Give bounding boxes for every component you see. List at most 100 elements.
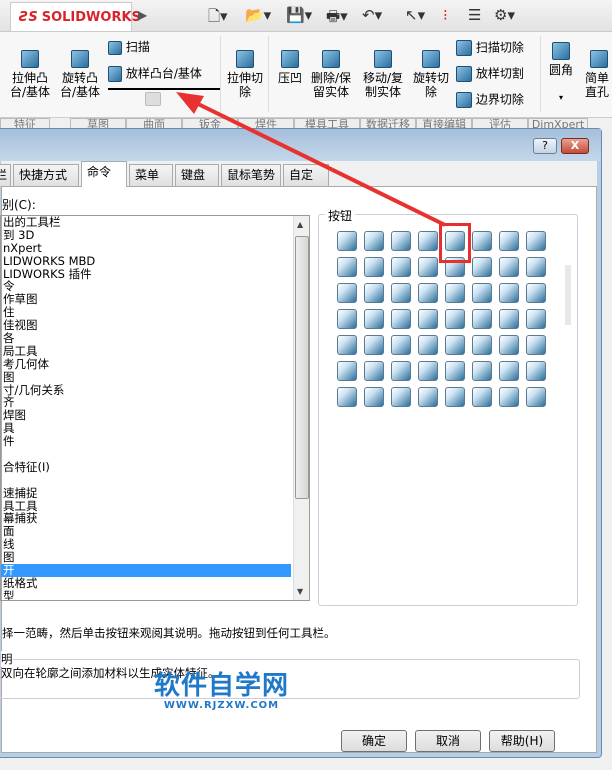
help-dialog-button[interactable]: 帮助(H) <box>489 730 555 752</box>
delete-body-button[interactable]: 删除/保留实体 <box>308 50 354 99</box>
sweep-icon[interactable] <box>391 231 411 251</box>
scale-icon[interactable] <box>337 283 357 303</box>
advanced-hole-icon[interactable] <box>526 283 546 303</box>
table-pattern-icon[interactable] <box>364 361 384 381</box>
category-item[interactable]: 住 <box>1 306 309 319</box>
cosmetic-thread-icon[interactable] <box>499 283 519 303</box>
draft-icon[interactable] <box>391 283 411 303</box>
insert-part-icon[interactable] <box>472 361 492 381</box>
category-item[interactable]: 出的工具栏 <box>1 216 309 229</box>
split-part-icon[interactable] <box>445 361 465 381</box>
category-item[interactable]: 各 <box>1 332 309 345</box>
sweep-cut-icon[interactable] <box>337 257 357 277</box>
loft-cut-icon[interactable] <box>364 257 384 277</box>
variable-pattern-icon[interactable] <box>418 361 438 381</box>
category-item[interactable]: 面 <box>1 525 309 538</box>
category-item[interactable]: 具工具 <box>1 499 309 513</box>
mirror-icon[interactable] <box>499 335 519 355</box>
category-item[interactable] <box>1 448 309 461</box>
scroll-up-icon[interactable]: ▲ <box>297 220 303 229</box>
move-copy-body-icon[interactable] <box>445 387 465 407</box>
list-scrollbar[interactable]: ▲ ▼ <box>293 216 309 600</box>
sweep-cut-button[interactable]: 扫描切除 <box>456 40 524 56</box>
category-item[interactable]: 纸格式 <box>1 576 309 590</box>
category-item[interactable]: 考几何体 <box>1 357 309 371</box>
sweep-button[interactable]: 扫描 <box>108 40 150 55</box>
extrude-boss-button[interactable]: 拉伸凸台/基体 <box>8 50 52 99</box>
fillet-button[interactable]: 圆角 ▾ <box>546 42 576 105</box>
category-item[interactable]: 图 <box>1 370 309 384</box>
category-item[interactable]: 幕捕获 <box>1 512 309 525</box>
expand-menu-arrow-icon[interactable]: ▶ <box>138 8 147 22</box>
cavity-icon[interactable] <box>526 361 546 381</box>
traffic-light-icon[interactable]: ⁝ <box>443 6 448 24</box>
combine-icon[interactable] <box>499 309 519 329</box>
dialog-tab[interactable]: 键盘 <box>175 164 219 186</box>
category-item[interactable]: 齐 <box>1 396 309 409</box>
category-item[interactable]: 速捕捉 <box>1 486 309 500</box>
indent-button[interactable]: 压凹 <box>276 50 304 85</box>
measure-icon[interactable] <box>337 335 357 355</box>
fill-pattern-icon[interactable] <box>391 361 411 381</box>
feature-tree-icon[interactable] <box>472 387 492 407</box>
category-item[interactable]: 具 <box>1 422 309 435</box>
dialog-tab[interactable]: 自定义 <box>283 164 329 202</box>
help-button[interactable]: ? <box>533 138 557 154</box>
move-face-down-icon[interactable] <box>364 335 384 355</box>
freeform-icon[interactable] <box>445 309 465 329</box>
dialog-titlebar[interactable] <box>0 129 601 161</box>
fillet-dropdown-icon[interactable]: ▾ <box>546 91 576 105</box>
linear-pattern-icon[interactable] <box>445 335 465 355</box>
dialog-tab[interactable]: 菜单 <box>129 164 173 186</box>
solidworks-logo[interactable]: ƧS SOLIDWORKS <box>10 2 141 32</box>
rib-icon[interactable] <box>526 257 546 277</box>
close-button[interactable]: X <box>561 138 589 154</box>
extrude-cut-icon[interactable] <box>499 231 519 251</box>
options-gear-icon[interactable]: ⚙▾ <box>494 6 515 24</box>
dome-icon[interactable] <box>337 309 357 329</box>
flex-icon[interactable] <box>364 309 384 329</box>
category-item[interactable]: LIDWORKS MBD <box>1 254 309 268</box>
dialog-tab[interactable]: 快捷方式栏 <box>13 164 79 202</box>
copy-face-icon[interactable] <box>418 335 438 355</box>
category-item[interactable]: 到 3D <box>1 228 309 242</box>
dialog-tab[interactable]: 命令 <box>81 161 127 187</box>
category-item[interactable]: 图 <box>1 551 309 564</box>
ok-button[interactable]: 确定 <box>341 730 407 752</box>
category-item[interactable]: 开 <box>1 564 291 577</box>
loft-cut-button[interactable]: 放样切割 <box>456 66 524 82</box>
print-icon[interactable]: 🖶▾ <box>326 6 348 31</box>
save-bodies-icon[interactable] <box>391 387 411 407</box>
loft-boss-button[interactable]: 放样凸台/基体 <box>108 66 202 82</box>
save-icon[interactable]: 💾▾ <box>286 6 312 24</box>
category-item[interactable]: 线 <box>1 538 309 551</box>
extrude-boss-icon[interactable] <box>337 231 357 251</box>
undo-icon[interactable]: ↶▾ <box>362 6 382 24</box>
thicken-icon[interactable] <box>472 231 492 251</box>
select-cursor-icon[interactable]: ↖▾ <box>405 6 425 24</box>
move-face-up-icon[interactable] <box>391 335 411 355</box>
dialog-tab[interactable]: 栏 <box>0 164 11 186</box>
category-item[interactable]: 合特征(I) <box>1 460 309 474</box>
buttons-scrollbar[interactable] <box>565 265 571 325</box>
category-list[interactable]: 出的工具栏到 3D nXpert LIDWORKS MBD LIDWORKS 插件令作… <box>0 215 310 601</box>
category-item[interactable]: 寸/几何关系 <box>1 383 309 397</box>
category-item[interactable]: 型 <box>1 589 309 600</box>
category-item[interactable]: 件 <box>1 435 309 448</box>
loft-boss-icon[interactable] <box>418 231 438 251</box>
boundary-cut-icon[interactable] <box>391 257 411 277</box>
hole-button[interactable]: 简单直孔 <box>582 50 612 99</box>
file-properties-icon[interactable]: ☰ <box>468 6 481 24</box>
revolve-boss-button[interactable]: 旋转凸台/基体 <box>58 50 102 99</box>
scroll-down-icon[interactable]: ▼ <box>297 587 303 596</box>
3d-grid-icon[interactable] <box>526 387 546 407</box>
revolve-boss-icon[interactable] <box>364 231 384 251</box>
deform-icon[interactable] <box>418 309 438 329</box>
category-item[interactable]: 作草图 <box>1 293 309 306</box>
cancel-button[interactable]: 取消 <box>415 730 481 752</box>
wrap-icon[interactable] <box>391 309 411 329</box>
chamfer-icon[interactable] <box>499 257 519 277</box>
delete-body-icon[interactable] <box>337 387 357 407</box>
shell-icon[interactable] <box>364 283 384 303</box>
dialog-tab[interactable]: 鼠标笔势 <box>221 164 281 186</box>
